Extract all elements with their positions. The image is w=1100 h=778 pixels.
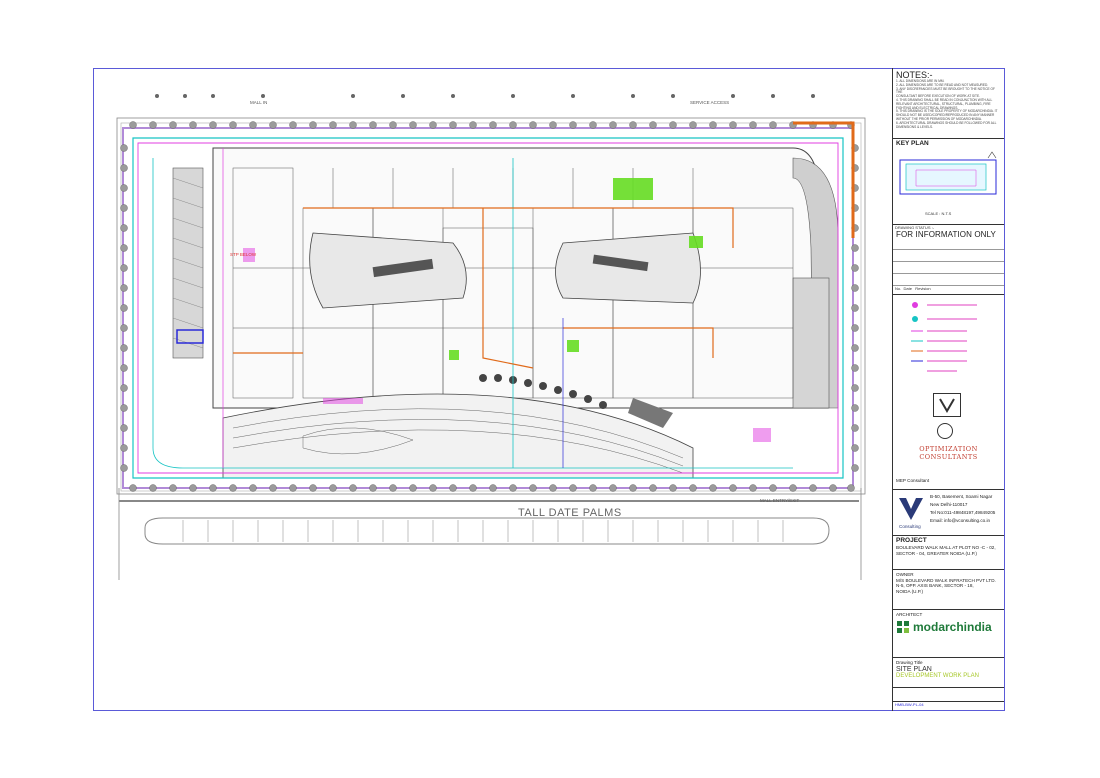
mep-consultant-label: MEP Consultant — [896, 478, 930, 483]
architect-name: modarchindia — [913, 619, 992, 634]
v-address-1: B-50, Basement, Soami Nagar — [930, 494, 993, 499]
label-service-access: SERVICE ACCESS — [690, 100, 730, 105]
label-tall-date-palms: TALL DATE PALMS — [518, 507, 622, 519]
consultant-logo-icon — [933, 393, 961, 417]
key-plan-thumbnail — [899, 151, 997, 195]
project-label: PROJECT — [896, 537, 927, 544]
owner-section: OWNER M/S BOULEVARD WALK INFRATECH PVT L… — [893, 569, 1004, 609]
consultant-firm-name: OPTIMIZATION CONSULTANTS — [919, 445, 978, 461]
owner-line-3: NOIDA (U.P.) — [896, 588, 923, 594]
key-plan-section: KEY PLAN SCALE : N.T.S — [893, 138, 1004, 224]
legend-symbols — [911, 302, 977, 372]
consultant-section: OPTIMIZATION CONSULTANTS MEP Consultant — [893, 294, 1004, 489]
v-consulting-name: Consulting — [899, 524, 921, 529]
drawing-no-row: HMB-BW-PL-04 — [893, 701, 1004, 710]
v-email: Email: info@vconsulting.co.in — [930, 518, 991, 523]
owner-label: OWNER — [896, 572, 914, 577]
checked-row — [893, 687, 1004, 701]
drawing-number: HMB-BW-PL-04 — [895, 702, 924, 707]
drawing-title-label: Drawing Title — [896, 660, 923, 665]
drawing-title-line-1: SITE PLAN — [896, 665, 932, 673]
label-mall-entry-exit: MALL ENTRY/EXIT — [760, 498, 800, 503]
project-section: PROJECT BOULEVARD WALK MALL AT PLOT NO -… — [893, 535, 1004, 569]
v-tel: Tel No:011-49848197,49849205 — [930, 510, 996, 515]
project-line-2: SECTOR - 04, GREATER NOIDA (U.P.) — [896, 550, 977, 556]
key-plan-title: KEY PLAN — [896, 140, 929, 147]
consultant-c-icon — [937, 423, 953, 439]
site-plan-drawing — [116, 94, 866, 580]
title-block: NOTES:- 1. ALL DIMENSIONS ARE IN MM. 2. A… — [892, 68, 1005, 711]
mall-building-outline — [212, 147, 829, 409]
drawing-status-value: FOR INFORMATION ONLY — [896, 230, 996, 239]
label-stp-below: STP BELOW — [230, 252, 257, 257]
status-section: DRAWING STATUS :- FOR INFORMATION ONLY N… — [893, 224, 1004, 294]
architect-label: ARCHITECT — [896, 612, 923, 617]
v-address-2: New Delhi-110017 — [930, 502, 968, 507]
key-plan-scale: SCALE : N.T.S — [925, 211, 952, 216]
road-lower — [144, 517, 830, 545]
v-consulting-logo-icon — [899, 498, 923, 520]
project-line-1: BOULEVARD WALK MALL AT PLOT NO -C - 02, — [896, 545, 996, 550]
v-consulting-section: Consulting B-50, Basement, Soami Nagar N… — [893, 489, 1004, 535]
architect-section: ARCHITECT modarchindia — [893, 609, 1004, 657]
revision-header: No. Date Revision — [895, 286, 931, 291]
label-mall-in: MALL IN — [250, 100, 268, 105]
drawing-title-section: Drawing Title SITE PLAN DEVELOPMENT WORK… — [893, 657, 1004, 687]
modarchindia-logo-icon — [897, 620, 909, 633]
drawing-title-line-2: DEVELOPMENT WORK PLAN — [896, 672, 979, 679]
notes-section: NOTES:- 1. ALL DIMENSIONS ARE IN MM. 2. A… — [893, 68, 1004, 138]
notes-body: 1. ALL DIMENSIONS ARE IN MM. 2. ALL DIMEN… — [896, 79, 998, 129]
